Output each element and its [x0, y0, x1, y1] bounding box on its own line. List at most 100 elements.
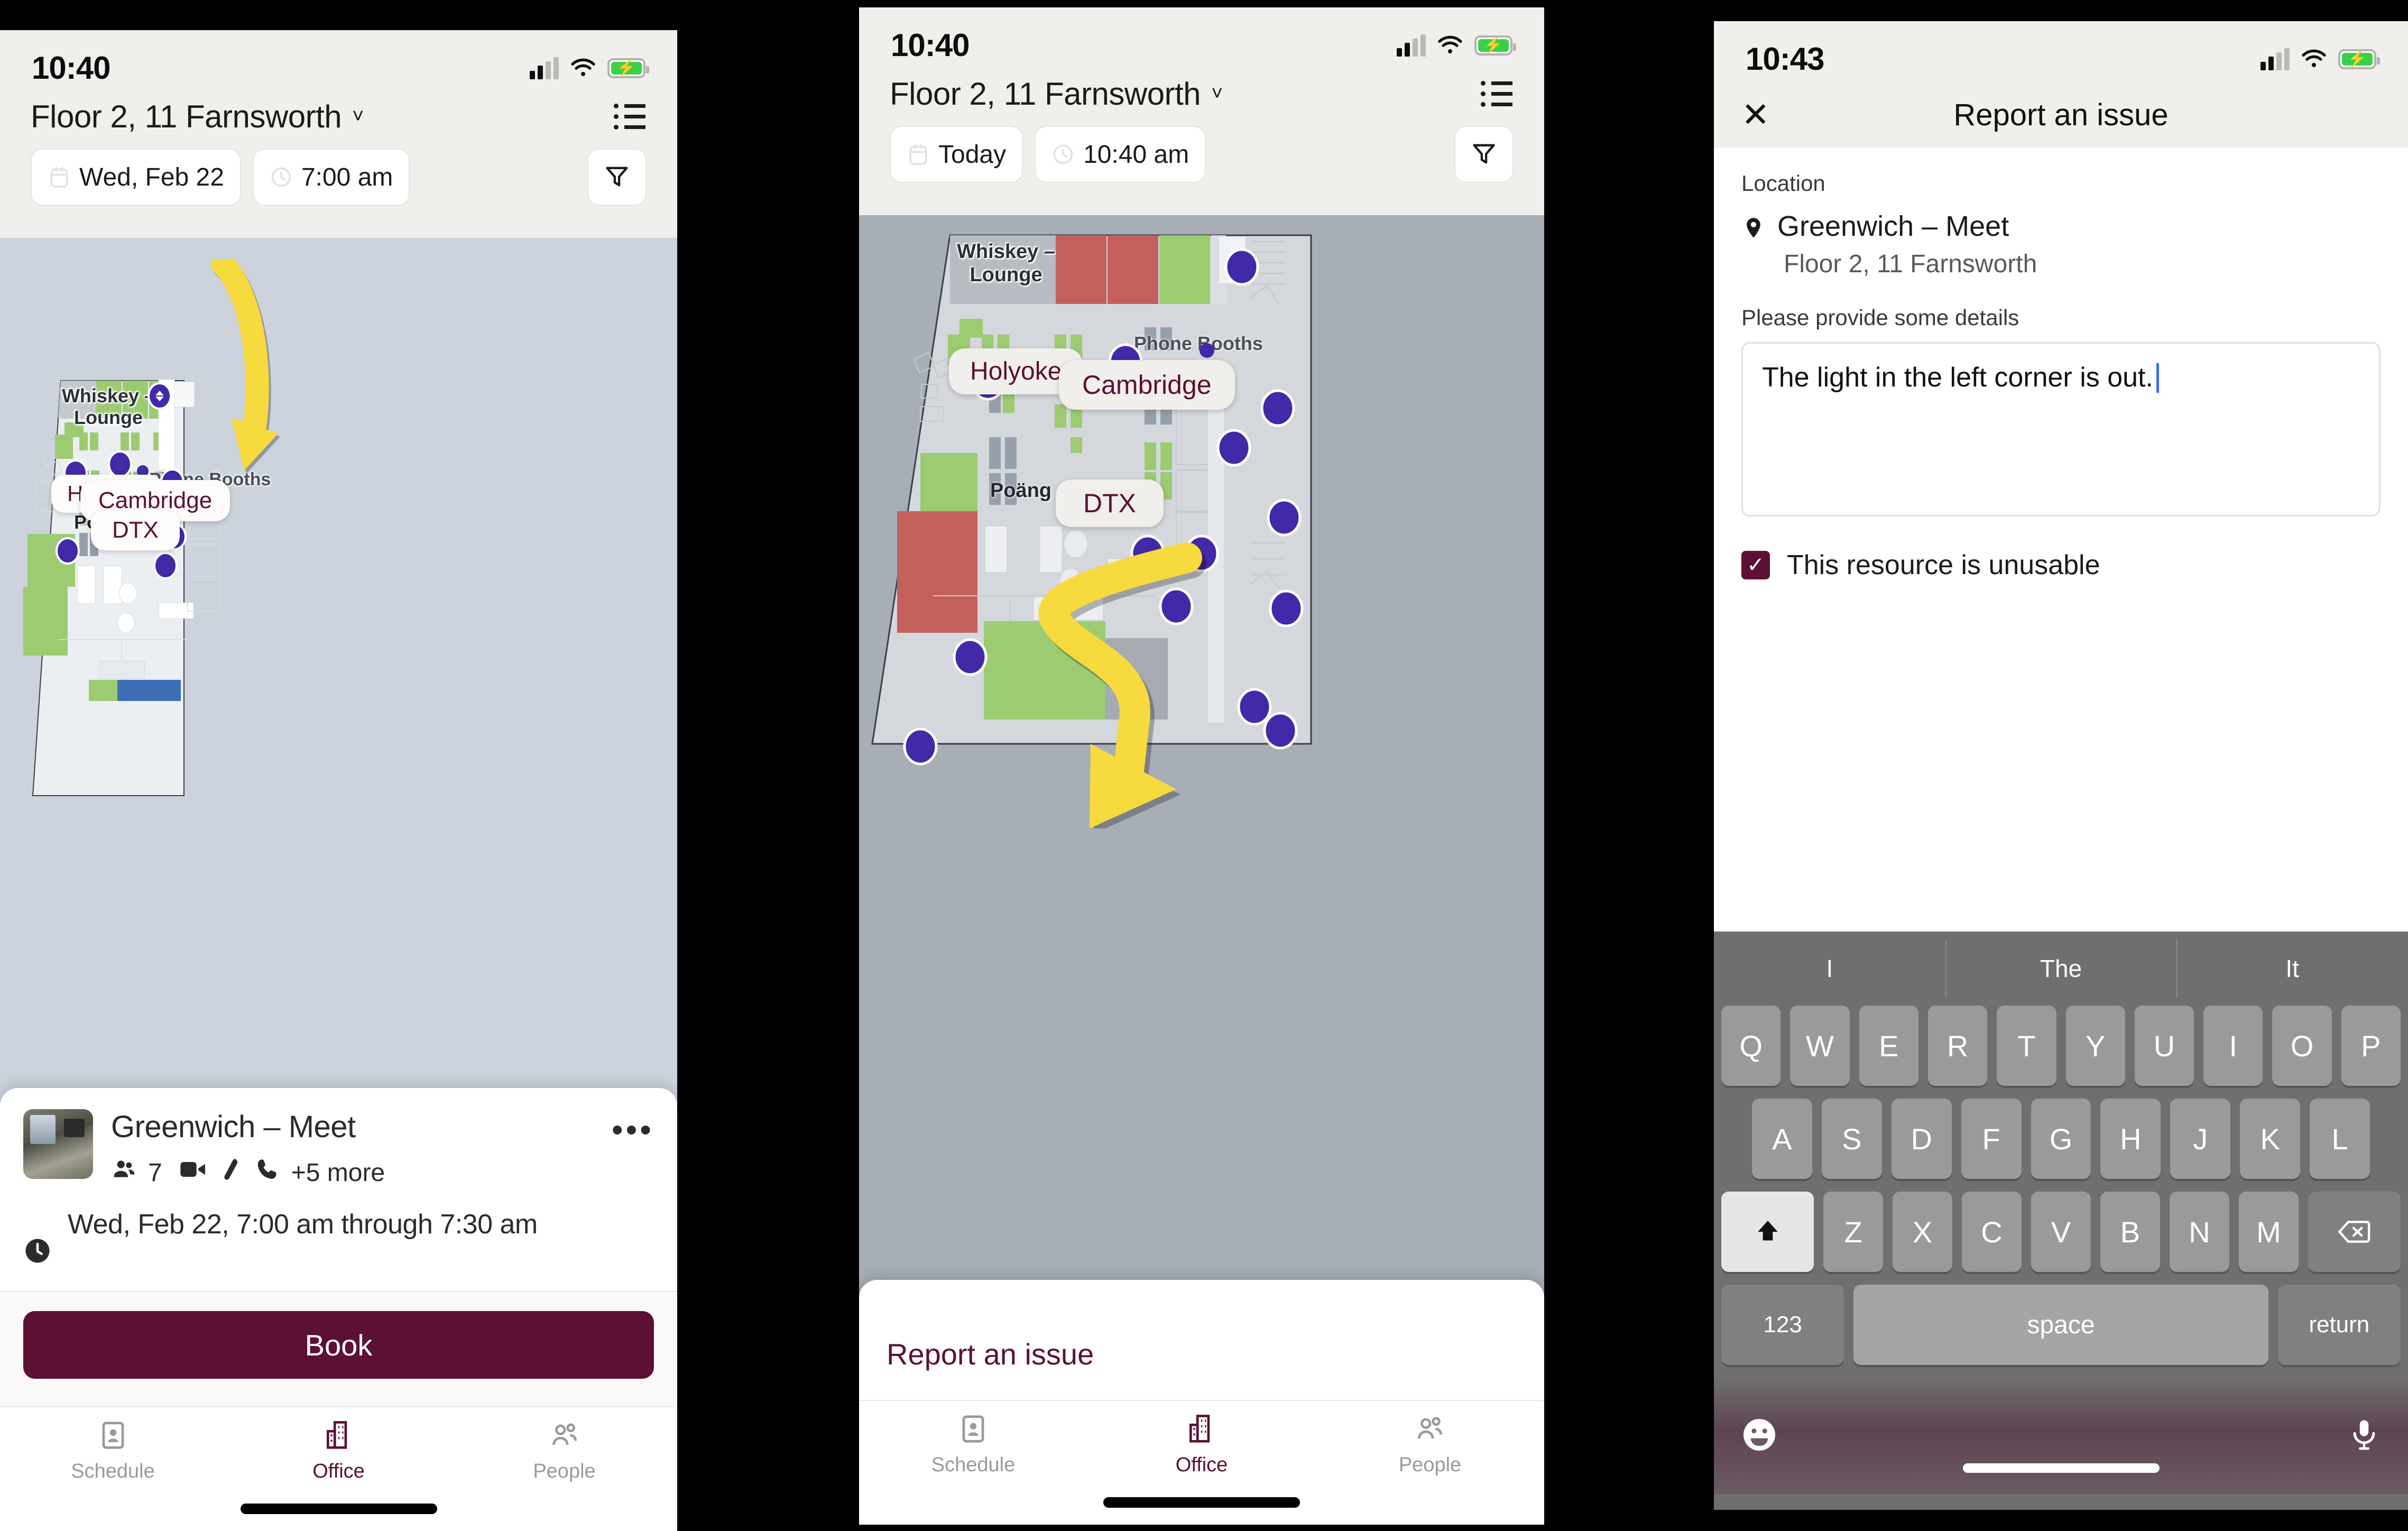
page-title[interactable]: Floor 2, 11 Farnsworth ˅ [890, 76, 1223, 112]
key-x[interactable]: X [1893, 1192, 1953, 1272]
calendar-icon [48, 165, 71, 189]
book-action-area: Book [0, 1292, 677, 1406]
signal-bars-icon [1397, 34, 1426, 57]
phone-panel-report-form: 10:43 ⚡ ✕ Report an issue Location Green… [1714, 21, 2408, 1510]
prediction-item[interactable]: The [1945, 939, 2177, 998]
shift-arrow-icon[interactable] [1721, 1192, 1814, 1272]
clock-icon [270, 165, 293, 189]
page-title-text: Floor 2, 11 Farnsworth [31, 99, 342, 134]
prediction-item[interactable]: It [2176, 939, 2408, 998]
numbers-key[interactable]: 123 [1721, 1285, 1844, 1365]
keyboard-bottom-bar [1714, 1378, 2408, 1494]
return-key[interactable]: return [2277, 1285, 2401, 1365]
key-r[interactable]: R [1927, 1006, 1988, 1086]
map-room-pill[interactable]: DTX [91, 510, 180, 550]
wifi-icon [2301, 49, 2327, 70]
unusable-checkbox-row[interactable]: ✓ This resource is unusable [1741, 549, 2381, 581]
filter-button[interactable] [587, 149, 647, 206]
key-c[interactable]: C [1962, 1192, 2022, 1272]
status-bar: 10:40 ⚡ [0, 30, 677, 91]
tab-label: Schedule [931, 1454, 1016, 1476]
clock-icon [23, 1207, 52, 1268]
key-p[interactable]: P [2341, 1006, 2401, 1086]
key-w[interactable]: W [1790, 1006, 1850, 1086]
key-b[interactable]: B [2100, 1192, 2160, 1272]
tab-people[interactable]: People [1316, 1413, 1544, 1525]
prediction-bar: I The It [1714, 931, 2408, 1006]
list-view-icon[interactable] [1480, 78, 1514, 110]
microphone-icon[interactable] [2347, 1416, 2382, 1456]
map-pin-icon [1741, 210, 1766, 244]
location-row: Greenwich – Meet [1741, 210, 2381, 244]
checkbox-checked-icon[interactable]: ✓ [1741, 551, 1770, 579]
key-q[interactable]: Q [1721, 1006, 1781, 1086]
key-f[interactable]: F [1961, 1099, 2022, 1179]
key-v[interactable]: V [2031, 1192, 2091, 1272]
key-d[interactable]: D [1891, 1099, 1952, 1179]
key-s[interactable]: S [1821, 1099, 1882, 1179]
phone-panel-booking: 10:40 ⚡ Floor 2, 11 Farnsworth ˅ Wed, Fe… [0, 30, 677, 1531]
details-textarea[interactable]: The light in the left corner is out. [1741, 342, 2381, 517]
building-icon [1189, 1415, 1210, 1443]
emoji-smile-icon[interactable] [1740, 1416, 1778, 1456]
date-chip[interactable]: Wed, Feb 22 [31, 149, 241, 206]
space-key[interactable]: space [1853, 1285, 2268, 1365]
key-m[interactable]: M [2238, 1192, 2299, 1272]
key-j[interactable]: J [2170, 1099, 2231, 1179]
chevron-down-icon: ˅ [352, 105, 364, 127]
more-options-icon[interactable]: ••• [612, 1109, 654, 1147]
tab-schedule[interactable]: Schedule [859, 1413, 1087, 1525]
date-chip[interactable]: Today [890, 126, 1023, 183]
phone-icon [255, 1157, 281, 1188]
map-room-pill[interactable]: DTX [1056, 479, 1164, 527]
key-k[interactable]: K [2240, 1099, 2301, 1179]
tab-bar: Schedule Office People [859, 1400, 1544, 1525]
report-an-issue-link[interactable]: Report an issue [887, 1337, 1517, 1371]
wifi-icon [570, 58, 596, 79]
tab-schedule[interactable]: Schedule [0, 1419, 226, 1531]
status-bar: 10:40 ⚡ [859, 7, 1544, 68]
tab-label: Office [312, 1460, 365, 1482]
map-room-pill[interactable]: Cambridge [1059, 360, 1235, 410]
badge-icon [962, 1415, 984, 1443]
date-chip-label: Wed, Feb 22 [79, 163, 224, 191]
tab-people[interactable]: People [451, 1419, 677, 1531]
time-chip[interactable]: 10:40 am [1035, 126, 1206, 183]
details-label: Please provide some details [1741, 305, 2019, 330]
key-u[interactable]: U [2134, 1006, 2194, 1086]
report-sheet: Report an issue [859, 1280, 1544, 1400]
filter-button[interactable] [1454, 126, 1514, 183]
key-g[interactable]: G [2031, 1099, 2091, 1179]
key-h[interactable]: H [2100, 1099, 2161, 1179]
key-o[interactable]: O [2272, 1006, 2332, 1086]
battery-charging-icon: ⚡ [1474, 35, 1516, 56]
page-title[interactable]: Floor 2, 11 Farnsworth ˅ [31, 98, 364, 135]
key-e[interactable]: E [1859, 1006, 1918, 1086]
key-z[interactable]: Z [1823, 1192, 1884, 1272]
key-i[interactable]: I [2203, 1006, 2263, 1086]
battery-charging-icon: ⚡ [2338, 49, 2380, 69]
text-caret [2156, 363, 2159, 393]
keyboard-row-3: Z X C V B N M [1714, 1192, 2408, 1285]
tab-office[interactable]: Office [226, 1419, 451, 1531]
room-name: Greenwich – Meet [111, 1110, 356, 1144]
booking-time-text: Wed, Feb 22, 7:00 am through 7:30 am [68, 1209, 538, 1240]
key-a[interactable]: A [1752, 1099, 1812, 1179]
app-header: Floor 2, 11 Farnsworth ˅ [0, 91, 677, 135]
phone-panel-report-entry: 10:40 ⚡ Floor 2, 11 Farnsworth ˅ Today 1… [859, 7, 1544, 1525]
list-view-icon[interactable] [613, 100, 647, 133]
building-icon [326, 1421, 347, 1449]
tab-office[interactable]: Office [1087, 1413, 1316, 1525]
clock-icon [1051, 142, 1075, 167]
status-icons: ⚡ [2261, 48, 2380, 70]
key-l[interactable]: L [2310, 1099, 2370, 1179]
tab-label: People [533, 1460, 596, 1482]
backspace-icon[interactable] [2308, 1192, 2401, 1272]
time-chip[interactable]: 7:00 am [252, 149, 410, 206]
video-camera-icon [179, 1158, 209, 1187]
key-n[interactable]: N [2169, 1192, 2229, 1272]
key-t[interactable]: T [1997, 1006, 2056, 1086]
key-y[interactable]: Y [2065, 1006, 2125, 1086]
prediction-item[interactable]: I [1714, 954, 1945, 983]
book-button[interactable]: Book [23, 1311, 654, 1379]
